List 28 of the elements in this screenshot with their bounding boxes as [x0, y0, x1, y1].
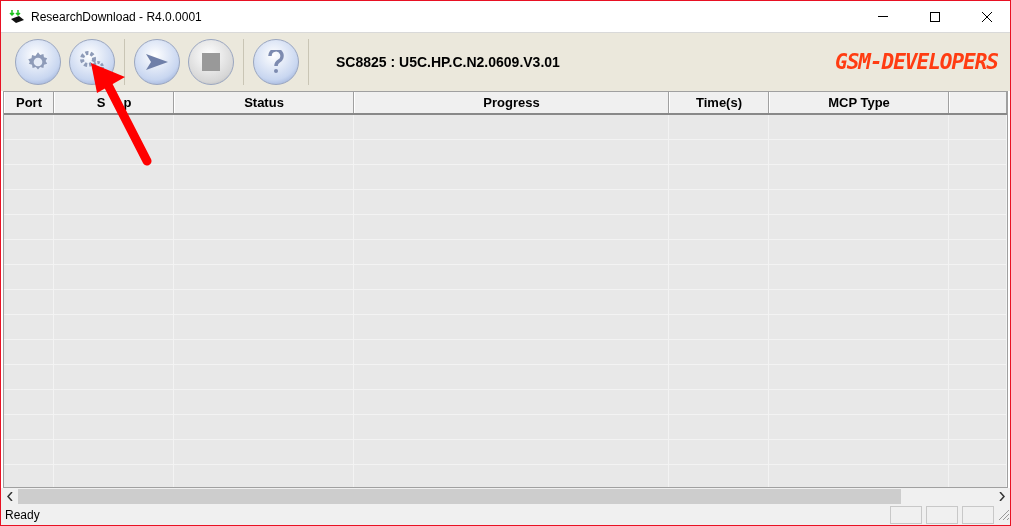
help-icon — [268, 50, 284, 74]
play-icon — [145, 53, 169, 71]
window-title: ResearchDownload - R4.0.0001 — [31, 9, 203, 24]
column-header[interactable]: Time(s) — [669, 92, 769, 113]
resize-grip-icon — [998, 509, 1010, 521]
maximize-icon — [930, 11, 940, 22]
status-pane — [890, 506, 922, 524]
version-label: SC8825 : U5C.HP.C.N2.0609.V3.01 — [336, 54, 561, 70]
status-pane — [962, 506, 994, 524]
status-pane — [926, 506, 958, 524]
close-icon — [982, 11, 992, 22]
logo-text: GSM-DEVELOPERS — [835, 50, 998, 74]
column-header[interactable]: Progress — [354, 92, 669, 113]
column-header[interactable]: Port — [4, 92, 54, 113]
status-text: Ready — [5, 508, 41, 522]
chevron-left-icon — [6, 492, 13, 501]
help-button[interactable] — [253, 39, 299, 85]
stop-icon — [202, 53, 220, 71]
column-header[interactable]: Status — [174, 92, 354, 113]
app-icon — [9, 9, 25, 24]
column-header[interactable]: MCP Type — [769, 92, 949, 113]
scroll-thumb[interactable] — [18, 489, 901, 504]
horizontal-scrollbar[interactable] — [1, 488, 1010, 505]
gear-button[interactable] — [15, 39, 61, 85]
minimize-icon — [878, 16, 888, 17]
play-button[interactable] — [134, 39, 180, 85]
stop-button[interactable] — [188, 39, 234, 85]
chevron-right-icon — [998, 492, 1005, 501]
